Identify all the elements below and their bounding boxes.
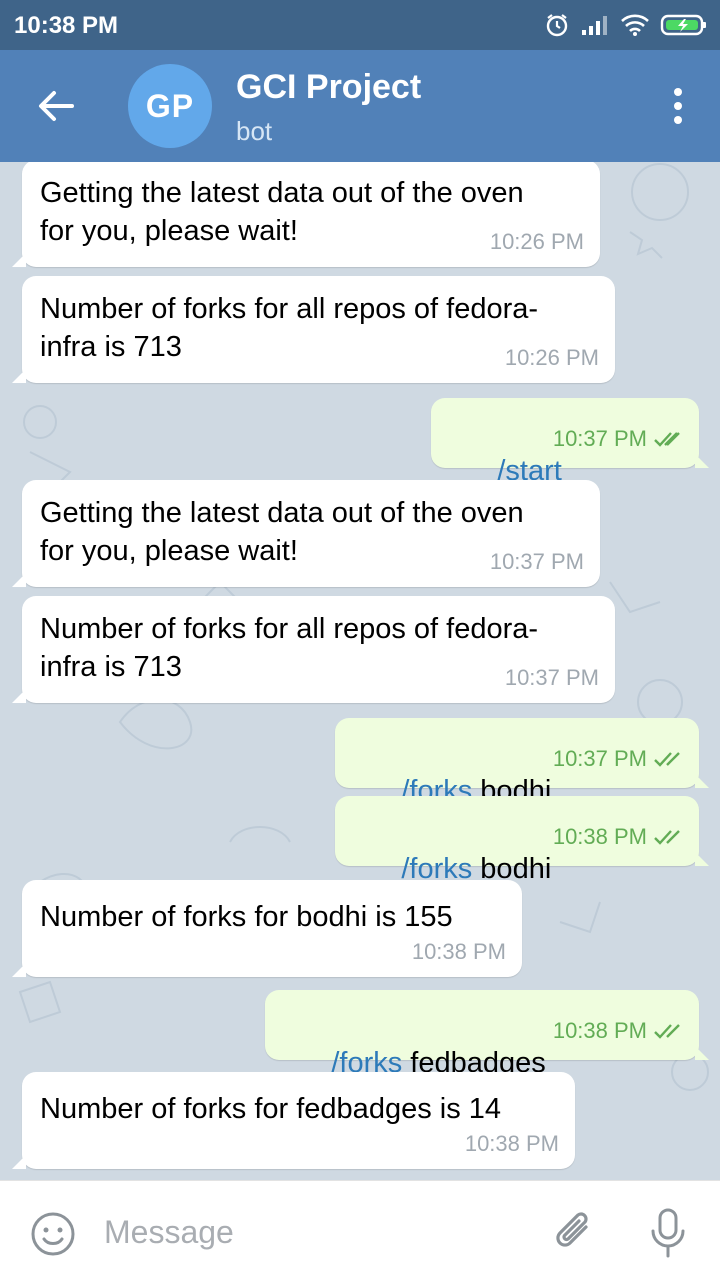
smile-icon[interactable] bbox=[30, 1211, 76, 1257]
message-time-label: 10:38 PM bbox=[552, 824, 647, 849]
chat-subtitle: bot bbox=[236, 116, 273, 146]
wifi-icon bbox=[621, 14, 649, 36]
double-check-icon bbox=[654, 830, 680, 845]
incoming-message[interactable]: Number of forks for bodhi is 155 10:38 P… bbox=[12, 880, 522, 977]
incoming-message[interactable]: Getting the latest data out of the oven … bbox=[12, 480, 600, 587]
message-time: 10:37 PM bbox=[553, 420, 685, 458]
incoming-message[interactable]: Number of forks for all repos of fedora-… bbox=[12, 276, 615, 383]
message-text: Number of forks for fedbadges is 14 bbox=[40, 1093, 502, 1125]
message-time: 10:38 PM bbox=[553, 1012, 685, 1050]
double-check-icon bbox=[654, 752, 680, 767]
message-time: 10:38 PM bbox=[464, 1131, 559, 1156]
message-text: Number of forks for bodhi is 155 bbox=[40, 901, 453, 933]
message-time: 10:37 PM bbox=[553, 740, 685, 778]
message-time: 10:38 PM bbox=[553, 818, 685, 856]
message-list[interactable]: Getting the latest data out of the oven … bbox=[0, 162, 720, 1180]
outgoing-message[interactable]: /forks fedbadges 10:38 PM bbox=[265, 990, 709, 1079]
incoming-message[interactable]: Number of forks for all repos of fedora-… bbox=[12, 596, 615, 703]
message-time: 10:26 PM bbox=[504, 345, 599, 370]
double-check-icon bbox=[654, 432, 680, 447]
microphone-icon[interactable] bbox=[648, 1207, 688, 1259]
avatar[interactable]: GP bbox=[128, 64, 212, 148]
alarm-icon bbox=[546, 14, 568, 37]
message-time: 10:37 PM bbox=[504, 665, 599, 690]
message-time: 10:26 PM bbox=[489, 229, 584, 254]
message-text: Getting the latest data out of the oven … bbox=[40, 177, 524, 247]
outgoing-message[interactable]: /forks bodhi 10:38 PM bbox=[335, 796, 709, 885]
paperclip-icon[interactable] bbox=[552, 1207, 598, 1257]
more-options-button[interactable] bbox=[666, 84, 690, 128]
message-text: Getting the latest data out of the oven … bbox=[40, 497, 524, 567]
message-time: 10:37 PM bbox=[489, 549, 584, 574]
message-time-label: 10:37 PM bbox=[552, 426, 647, 451]
message-text: Number of forks for all repos of fedora-… bbox=[40, 613, 539, 683]
incoming-message[interactable]: Getting the latest data out of the oven … bbox=[12, 162, 600, 267]
more-vertical-icon bbox=[674, 88, 682, 96]
status-icons bbox=[544, 10, 708, 40]
message-time-label: 10:38 PM bbox=[552, 1018, 647, 1043]
signal-icon bbox=[582, 16, 607, 35]
battery-charging-icon bbox=[660, 14, 706, 36]
chat-title[interactable]: GCI Project bbox=[236, 68, 421, 107]
arrow-left-icon bbox=[39, 91, 74, 121]
double-check-icon bbox=[654, 1024, 680, 1039]
message-time-label: 10:37 PM bbox=[552, 746, 647, 771]
message-time: 10:38 PM bbox=[411, 939, 506, 964]
message-input[interactable] bbox=[104, 1209, 524, 1255]
status-bar: 10:38 PM bbox=[0, 0, 720, 50]
outgoing-message[interactable]: /start 10:37 PM bbox=[431, 398, 709, 487]
incoming-message[interactable]: Number of forks for fedbadges is 14 10:3… bbox=[12, 1072, 575, 1169]
message-text: Number of forks for all repos of fedora-… bbox=[40, 293, 539, 363]
message-composer bbox=[0, 1180, 720, 1280]
chat-header: GP GCI Project bot bbox=[0, 50, 720, 162]
outgoing-message[interactable]: /forks bodhi 10:37 PM bbox=[335, 718, 709, 807]
status-time: 10:38 PM bbox=[14, 12, 119, 39]
back-button[interactable] bbox=[30, 80, 82, 132]
